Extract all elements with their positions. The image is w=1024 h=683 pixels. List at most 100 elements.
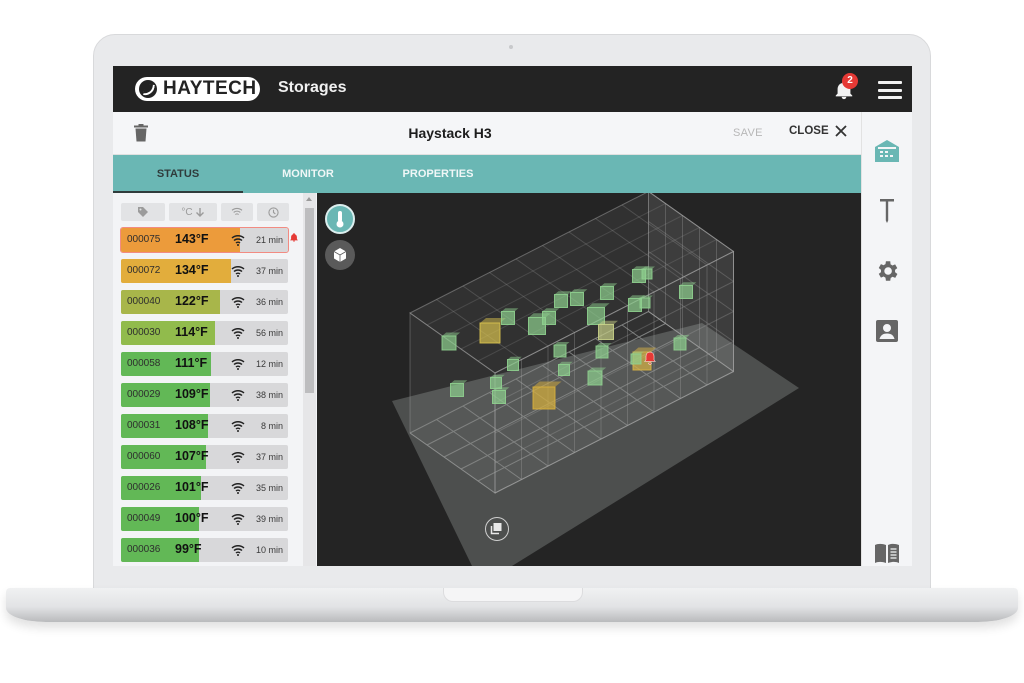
sensor-row[interactable]: 000029 109°F 38 min: [121, 383, 288, 407]
wifi-icon: [231, 512, 245, 525]
top-bar: HAYTECH Storages 2: [113, 66, 912, 112]
contact-icon[interactable]: [874, 318, 900, 344]
thermometer-icon: [336, 211, 344, 228]
temperature-unit-label: °C: [181, 206, 193, 218]
laptop-notch: [443, 588, 583, 602]
sensor-row[interactable]: 000040 122°F 36 min: [121, 290, 288, 314]
wifi-icon: [231, 357, 245, 370]
sensor-cube: [492, 390, 506, 404]
sensor-last-seen: 10 min: [255, 545, 283, 555]
close-button[interactable]: CLOSE: [789, 125, 847, 137]
wifi-icon: [231, 450, 245, 463]
sensor-row[interactable]: 000049 100°F 39 min: [121, 507, 288, 531]
tab-monitor[interactable]: MONITOR: [243, 155, 373, 193]
arrow-down-icon: [195, 207, 204, 217]
temperature-mode-button[interactable]: [325, 204, 355, 234]
sensor-id: 000072: [127, 265, 161, 276]
sensor-cube: [673, 337, 687, 351]
sensor-cube: [641, 268, 653, 280]
sensor-list-pane: °C 000075 143°F 21 min 000072 134°F 37 min 000…: [113, 193, 303, 566]
scroll-up-arrow[interactable]: [306, 197, 312, 201]
sensor-cube: [595, 345, 609, 359]
gear-icon[interactable]: [874, 258, 900, 284]
tab-bar: STATUS MONITOR PROPERTIES: [113, 155, 861, 193]
sensor-temperature: 109°F: [175, 387, 209, 401]
sensor-cube: [630, 353, 642, 365]
close-label: CLOSE: [789, 125, 829, 137]
probe-icon[interactable]: [874, 198, 900, 224]
wifi-icon: [231, 419, 245, 432]
scroll-thumb[interactable]: [305, 208, 314, 393]
sensor-last-seen: 21 min: [255, 235, 283, 245]
tab-properties[interactable]: PROPERTIES: [373, 155, 503, 193]
sensor-row[interactable]: 000036 99°F 10 min: [121, 538, 288, 562]
sensor-id: 000049: [127, 513, 161, 524]
storage-3d-view[interactable]: [317, 193, 861, 566]
haytech-logo[interactable]: HAYTECH: [135, 77, 260, 101]
laptop-camera: [509, 45, 513, 49]
sort-by-temperature-button[interactable]: °C: [169, 203, 217, 221]
wifi-icon: [231, 326, 245, 339]
sensor-cube: [490, 377, 502, 389]
sensor-cube: [479, 322, 501, 344]
menu-line: [878, 96, 902, 99]
sensor-last-seen: 37 min: [255, 452, 283, 462]
sensor-id: 000036: [127, 544, 161, 555]
sensor-row[interactable]: 000058 111°F 12 min: [121, 352, 288, 376]
list-scrollbar[interactable]: [303, 193, 316, 566]
layers-button[interactable]: [485, 517, 509, 541]
right-nav-rail: [861, 112, 912, 566]
sensor-temperature: 114°F: [175, 325, 208, 339]
notification-badge: 2: [842, 73, 858, 89]
sensor-cube: [679, 285, 693, 299]
sensor-temperature: 143°F: [175, 232, 209, 246]
storage-3d-scene[interactable]: [317, 193, 861, 566]
sensor-cube: [558, 364, 570, 376]
alert-bell-icon: [290, 233, 298, 242]
wifi-icon: [231, 388, 245, 401]
sensor-row[interactable]: 000075 143°F 21 min: [120, 227, 289, 253]
manual-book-icon[interactable]: [874, 540, 900, 566]
sensor-row[interactable]: 000060 107°F 37 min: [121, 445, 288, 469]
close-icon: [834, 125, 847, 137]
clock-icon: [267, 206, 279, 218]
storage-title: Haystack H3: [408, 125, 492, 141]
save-button[interactable]: SAVE: [733, 127, 763, 139]
sensor-cube: [441, 335, 457, 351]
sensor-cube: [554, 294, 568, 308]
section-title: Storages: [278, 79, 347, 96]
sensor-cube: [507, 359, 519, 371]
sensor-cube: [570, 292, 584, 306]
tab-status[interactable]: STATUS: [113, 155, 243, 193]
wifi-icon: [231, 233, 245, 246]
sensor-cube: [553, 344, 567, 358]
sensor-temperature: 108°F: [175, 418, 209, 432]
cube-icon: [333, 248, 347, 262]
sort-by-tag-button[interactable]: [121, 203, 165, 221]
wifi-icon: [231, 295, 245, 308]
sort-by-time-button[interactable]: [257, 203, 289, 221]
menu-button[interactable]: [878, 81, 902, 99]
sensor-temperature: 99°F: [175, 542, 202, 556]
sensor-cube: [532, 386, 556, 410]
sensor-last-seen: 56 min: [255, 328, 283, 338]
sensor-row[interactable]: 000031 108°F 8 min: [121, 414, 288, 438]
laptop-mockup: HAYTECH Storages 2 Haystack H3 SAVE CLOS…: [0, 0, 1024, 683]
3d-mode-button[interactable]: [325, 240, 355, 270]
sensor-rows: 000075 143°F 21 min 000072 134°F 37 min 000040…: [120, 227, 289, 566]
sensor-row[interactable]: 000030 114°F 56 min: [121, 321, 288, 345]
sensor-row[interactable]: 000026 101°F 35 min: [121, 476, 288, 500]
sensor-last-seen: 8 min: [260, 421, 283, 431]
sort-by-signal-button[interactable]: [221, 203, 253, 221]
sensor-cube: [639, 297, 651, 309]
sensor-id: 000060: [127, 451, 161, 462]
sensor-row[interactable]: 000072 134°F 37 min: [121, 259, 288, 283]
wifi-icon: [231, 481, 245, 494]
sensor-last-seen: 38 min: [255, 390, 283, 400]
sensor-last-seen: 39 min: [255, 514, 283, 524]
warehouse-icon[interactable]: [874, 138, 900, 164]
sensor-cube: [450, 383, 464, 397]
wifi-icon: [231, 543, 245, 556]
sensor-temperature: 122°F: [175, 294, 209, 308]
list-headers: °C: [121, 203, 289, 221]
